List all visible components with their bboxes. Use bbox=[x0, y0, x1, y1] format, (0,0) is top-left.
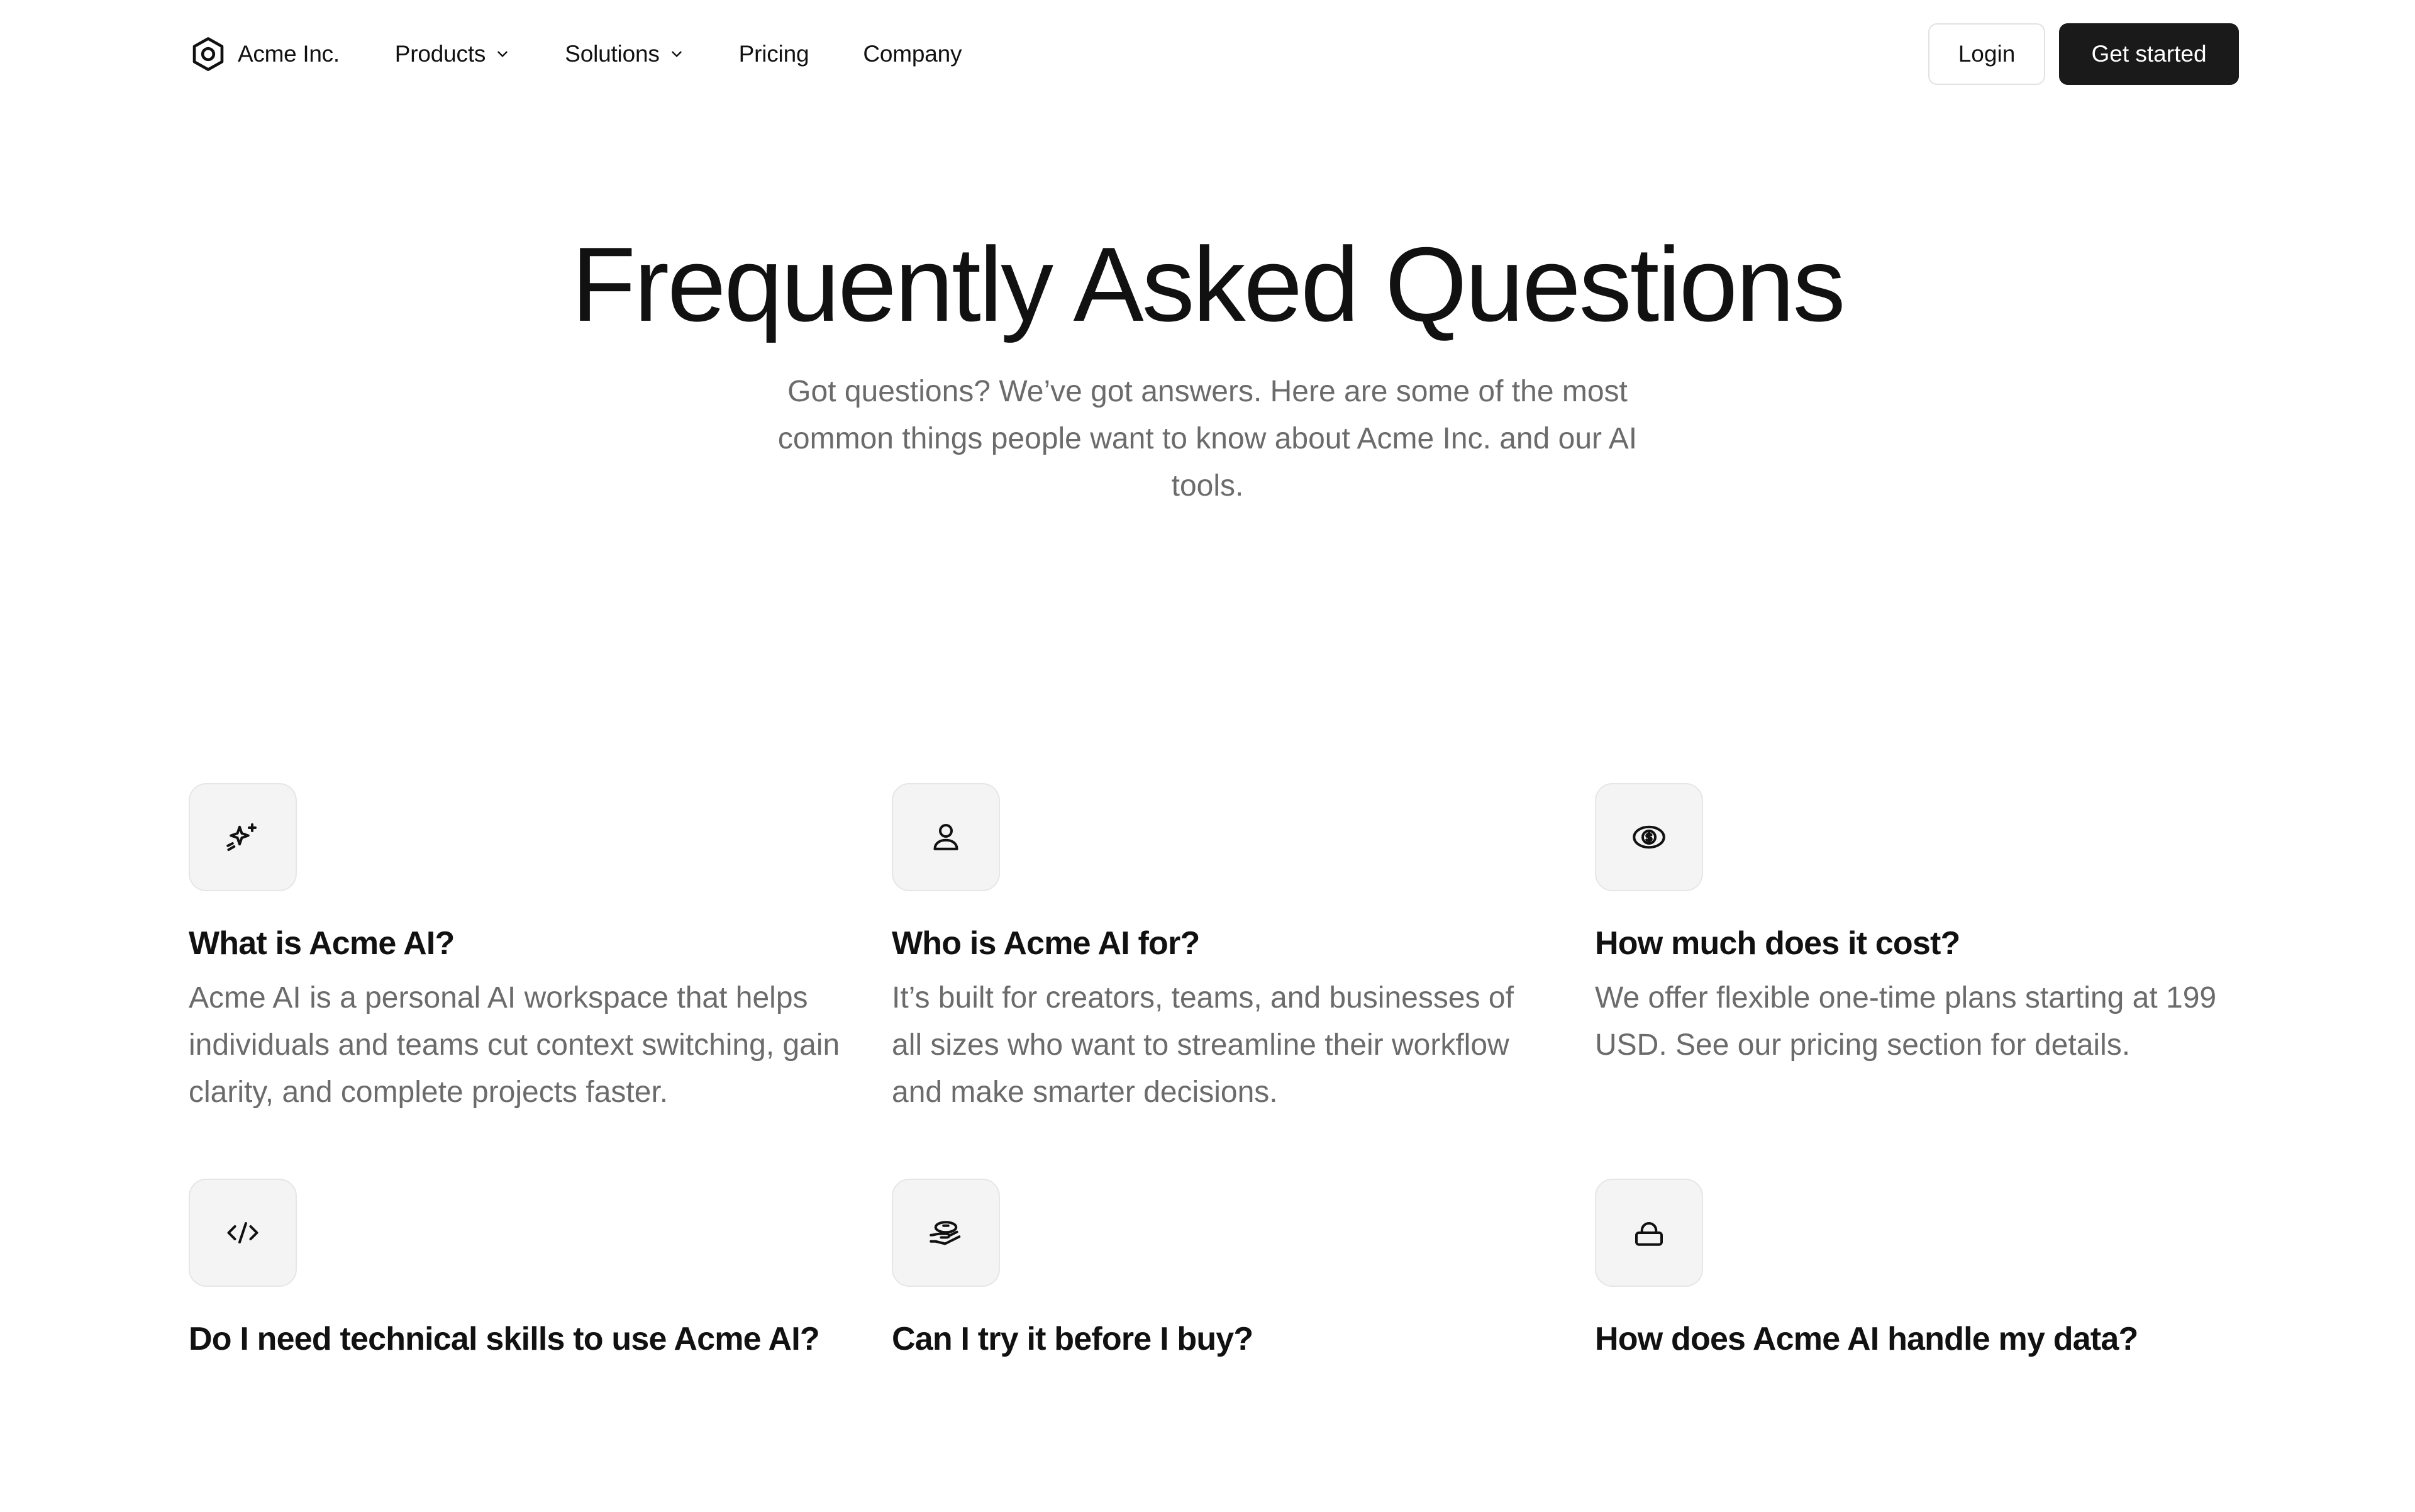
page-title: Frequently Asked Questions bbox=[571, 225, 1845, 343]
faq-answer: Acme AI is a personal AI workspace that … bbox=[189, 981, 840, 1109]
chevron-down-icon bbox=[671, 51, 682, 57]
faq-question: What is Acme AI? bbox=[189, 925, 455, 962]
faq-question: Do I need technical skills to use Acme A… bbox=[189, 1321, 820, 1358]
faq-item: How does Acme AI handle my data? bbox=[1595, 1179, 2255, 1511]
nav-company-label: Company bbox=[863, 41, 962, 67]
brand-logo-link[interactable]: Acme Inc. bbox=[189, 35, 340, 74]
faq-answer: We offer flexible one-time plans startin… bbox=[1595, 981, 2217, 1062]
faq-icon-tile bbox=[1595, 783, 1703, 891]
nav-pricing[interactable]: Pricing bbox=[739, 41, 809, 67]
faq-answer bbox=[1595, 1370, 2255, 1512]
auth-actions: Login Get started bbox=[1928, 23, 2239, 85]
user-icon bbox=[933, 824, 958, 850]
login-button[interactable]: Login bbox=[1928, 23, 2045, 85]
nav-solutions[interactable]: Solutions bbox=[565, 41, 684, 67]
faq-icon-tile bbox=[892, 1179, 1000, 1287]
faq-grid: What is Acme AI? Acme AI is a personal A… bbox=[189, 783, 2239, 1512]
faq-question: How does Acme AI handle my data? bbox=[1595, 1321, 2138, 1358]
nav-products[interactable]: Products bbox=[395, 41, 511, 67]
hand-coins-icon bbox=[930, 1221, 961, 1245]
faq-icon-tile bbox=[189, 1179, 297, 1287]
chevron-down-icon bbox=[497, 51, 508, 57]
hexagon-logo-icon bbox=[192, 37, 224, 71]
faq-answer: It’s built for creators, teams, and busi… bbox=[892, 981, 1514, 1109]
nav-pricing-label: Pricing bbox=[738, 41, 809, 67]
faq-item: Who is Acme AI for? It’s built for creat… bbox=[892, 783, 1552, 1116]
faq-item: Do I need technical skills to use Acme A… bbox=[189, 1179, 849, 1511]
faq-hero: Frequently Asked Questions Got questions… bbox=[0, 226, 2415, 509]
brand-name: Acme Inc. bbox=[238, 41, 340, 67]
lock-icon bbox=[1635, 1222, 1663, 1247]
nav-company[interactable]: Company bbox=[863, 41, 962, 67]
faq-item: How much does it cost? We offer flexible… bbox=[1595, 783, 2255, 1116]
faq-question: Can I try it before I buy? bbox=[892, 1321, 1253, 1358]
dollar-icon bbox=[1633, 825, 1665, 849]
faq-item: What is Acme AI? Acme AI is a personal A… bbox=[189, 783, 849, 1116]
top-navigation: Acme Inc. Products Solutions Pricing Com… bbox=[189, 23, 2239, 85]
faq-icon-tile bbox=[892, 783, 1000, 891]
nav-products-label: Products bbox=[394, 41, 486, 67]
primary-menu: Products Solutions Pricing Company bbox=[395, 41, 1016, 67]
faq-answer bbox=[189, 1370, 849, 1512]
faq-answer bbox=[892, 1370, 1552, 1512]
faq-item: Can I try it before I buy? bbox=[892, 1179, 1552, 1511]
page-subtitle: Got questions? We’ve got answers. Here a… bbox=[777, 374, 1638, 503]
code-icon bbox=[227, 1222, 258, 1244]
faq-icon-tile bbox=[1595, 1179, 1703, 1287]
faq-icon-tile bbox=[189, 783, 297, 891]
faq-question: Who is Acme AI for? bbox=[892, 925, 1200, 962]
get-started-button[interactable]: Get started bbox=[2059, 23, 2239, 85]
sparkles-icon bbox=[226, 823, 257, 851]
faq-question: How much does it cost? bbox=[1595, 925, 1960, 962]
nav-solutions-label: Solutions bbox=[565, 41, 660, 67]
